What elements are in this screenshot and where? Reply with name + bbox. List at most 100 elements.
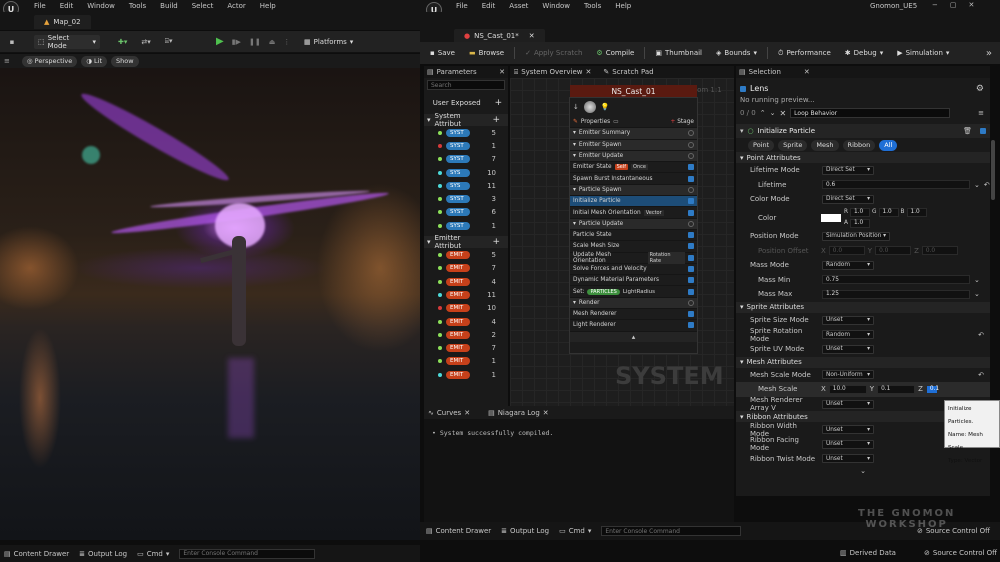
module-enabled-checkbox[interactable] [688,164,694,171]
node-section-header[interactable]: ▾ Emitter Summary [570,128,697,140]
perspective-button[interactable]: ◎ Perspective [21,55,78,67]
node-section-header[interactable]: ▾ Particle Spawn [570,184,697,197]
content-drawer-button[interactable]: ▤ Content Drawer [4,550,69,558]
console-input[interactable] [601,526,742,536]
node-module-row[interactable]: Initial Mesh Orientation Vector [570,207,697,219]
node-module-row[interactable]: Solve Forces and Velocity [570,264,697,276]
menu-window[interactable]: Window [542,2,570,10]
menu-tools[interactable]: Tools [129,2,146,10]
apply-scratch-button[interactable]: ✓ Apply Scratch [521,46,586,60]
maximize-icon[interactable]: ▢ [950,1,957,9]
node-module-row[interactable]: Initialize Particle [570,196,697,208]
module-enabled-checkbox[interactable] [688,232,694,239]
clear-search-icon[interactable]: ✕ [779,109,786,118]
tab-asset[interactable]: ● NS_Cast_01* ✕ [454,29,545,42]
attribute-chip[interactable]: EMIT [446,330,470,339]
node-module-row[interactable]: Light Renderer [570,320,697,332]
chevron-down-icon[interactable]: ⌄ [974,181,980,189]
system-attribute-row[interactable]: SYST 7 [424,153,508,166]
close-tab-icon[interactable]: ✕ [543,409,549,417]
eject-icon[interactable]: ⏏ [269,38,276,46]
overflow-icon[interactable]: » [986,48,992,59]
emitter-node[interactable]: NS_Cast_01 ↓ 💡 ✎ Properties ▭ + Stage ▾ Emi… [569,85,698,354]
attribute-chip[interactable]: EMIT [446,264,470,273]
attribute-chip[interactable]: SYS [446,168,470,177]
selection-tab[interactable]: ▤ Selection ✕ [736,66,990,78]
stage-button[interactable]: + Stage [671,119,694,125]
pause-icon[interactable]: ❚❚ [249,38,261,46]
ribbon-facing-dropdown[interactable]: Unset ▾ [822,439,874,449]
menu-window[interactable]: Window [87,2,115,10]
add-icon[interactable]: + [492,237,500,247]
menu-file[interactable]: File [34,2,46,10]
arrow-down-icon[interactable]: ⌄ [770,109,776,117]
emitter-attribute-row[interactable]: EMIT 7 [424,262,508,275]
point-attributes-header[interactable]: ▾ Point Attributes [736,152,990,163]
filter-icon[interactable]: ≡ [978,109,984,117]
color-swatch[interactable] [821,213,841,222]
attribute-chip[interactable]: EMIT [446,277,470,286]
reset-icon[interactable]: ↶ [978,371,984,379]
platforms-dropdown[interactable]: ▦ Platforms ▾ [300,35,357,49]
tab-system-overview[interactable]: ⌸ System Overview ✕ [510,68,595,77]
properties-row[interactable]: ✎ Properties ▭ + Stage [570,117,697,129]
node-module-row[interactable]: Spawn Burst Instantaneous [570,173,697,185]
arrow-up-icon[interactable]: ⌃ [760,109,766,117]
sprite-uv-dropdown[interactable]: Unset ▾ [822,344,874,354]
filter-mesh[interactable]: Mesh [811,139,839,151]
add-module-icon[interactable] [688,153,694,160]
trash-icon[interactable]: 🗑 [963,127,972,135]
attribute-chip[interactable]: SYST [446,208,470,217]
attribute-chip[interactable]: EMIT [446,370,470,379]
emitter-attribute-row[interactable]: EMIT 7 [424,341,508,354]
save-icon[interactable]: ▪ [6,36,18,48]
add-module-icon[interactable] [688,130,694,137]
mass-min-input[interactable]: 0.75 [822,275,970,285]
system-attribute-row[interactable]: SYST 1 [424,219,508,232]
reset-icon[interactable]: ↶ [978,331,984,339]
attribute-chip[interactable]: SYS [446,181,470,190]
menu-edit[interactable]: Edit [482,2,496,10]
module-header[interactable]: ▾ ○ Initialize Particle 🗑 [736,124,990,138]
cmd-dropdown[interactable]: ▭ Cmd ▾ [137,550,169,558]
performance-button[interactable]: ⏱ Performance [774,46,835,60]
tab-scratch-pad[interactable]: ✎ Scratch Pad [599,68,657,76]
filter-sprite[interactable]: Sprite [778,139,808,151]
module-enabled-checkbox[interactable] [688,175,694,182]
filter-all[interactable]: All [879,139,898,151]
add-module-icon[interactable] [688,141,694,148]
system-attributes-header[interactable]: ▾ System Attribut + [424,112,508,128]
node-section-header[interactable]: ▾ Emitter Spawn [570,139,697,151]
attribute-chip[interactable]: SYST [446,155,470,164]
emitter-node-title[interactable]: NS_Cast_01 [570,85,697,97]
node-section-header[interactable]: ▾ Particle Update [570,218,697,230]
color-mode-dropdown[interactable]: Direct Set ▾ [822,194,874,204]
sprite-rotation-dropdown[interactable]: Random ▾ [822,330,874,340]
emitter-attribute-row[interactable]: EMIT 4 [424,315,508,328]
menu-build[interactable]: Build [160,2,178,10]
debug-button[interactable]: ✱ Debug ▾ [841,46,887,60]
output-log-button[interactable]: ≣ Output Log [501,527,549,535]
mesh-scale-z[interactable]: 0.1 [925,384,939,394]
details-scrollbar[interactable] [991,140,995,200]
sprite-attributes-header[interactable]: ▾ Sprite Attributes [736,301,990,313]
node-module-row[interactable]: Update Mesh Orientation Rotation Rate [570,251,697,264]
attribute-chip[interactable]: SYST [446,195,470,204]
sprite-size-dropdown[interactable]: Unset ▾ [822,315,874,325]
browse-button[interactable]: ▬ Browse [465,46,508,60]
hamburger-icon[interactable]: ≡ [4,57,10,65]
color-r-input[interactable]: 1.0 [850,207,871,217]
node-module-row[interactable]: Mesh Renderer [570,309,697,321]
attribute-chip[interactable]: EMIT [446,304,470,313]
attribute-chip[interactable]: SYST [446,141,470,150]
module-enabled-checkbox[interactable] [980,128,986,134]
output-log-button[interactable]: ≣ Output Log [79,550,127,558]
filter-point[interactable]: Point [748,139,775,151]
more-icon[interactable]: ⋮ [283,38,290,46]
menu-tools[interactable]: Tools [584,2,601,10]
attribute-chip[interactable]: EMIT [446,357,470,366]
emitter-attributes-header[interactable]: ▾ Emitter Attribut + [424,234,508,250]
bounds-button[interactable]: ◈ Bounds ▾ [712,46,761,60]
system-attribute-row[interactable]: SYS 11 [424,179,508,192]
menu-file[interactable]: File [456,2,468,10]
